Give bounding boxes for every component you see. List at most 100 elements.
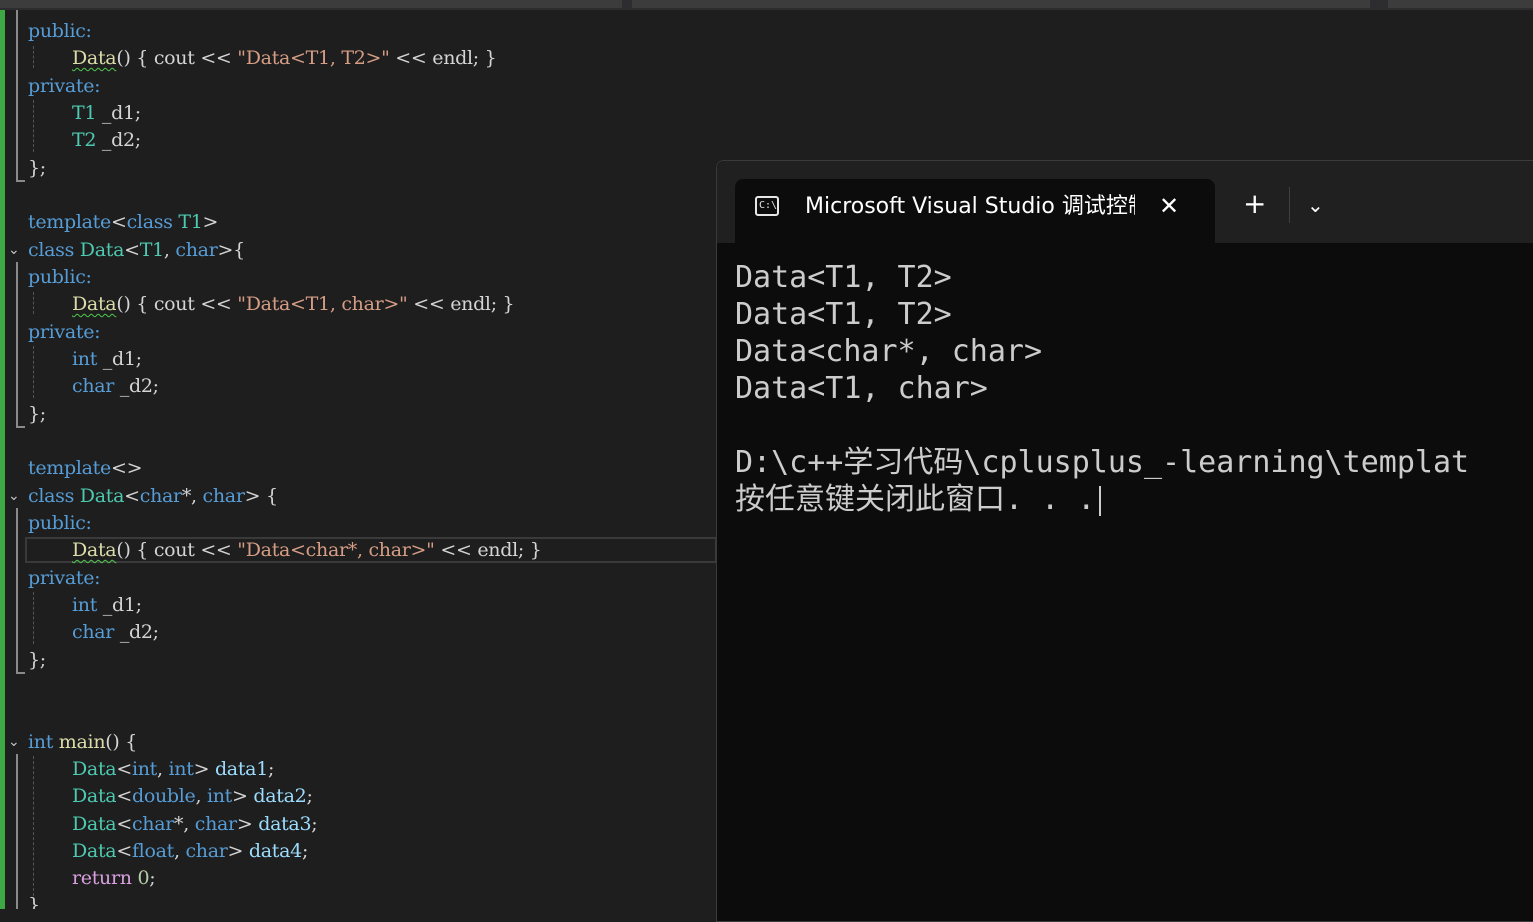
console-icon-glyph: C:\ <box>759 200 778 211</box>
code-line: public: <box>28 264 92 290</box>
code-token: < <box>116 785 132 807</box>
code-token: main <box>53 731 106 753</box>
code-token: Data <box>72 840 117 862</box>
code-token: int <box>72 348 98 370</box>
code-line: Data() { cout << "Data<T1, char>" << end… <box>72 291 515 317</box>
code-token: char <box>194 813 237 835</box>
code-token: < <box>116 758 132 780</box>
code-line: return 0; <box>72 865 156 891</box>
code-line: template<> <box>28 455 143 481</box>
code-token: < <box>116 813 132 835</box>
code-token: > <box>236 813 259 835</box>
code-token: "Data<T1, T2>" <box>237 47 390 69</box>
code-token: "Data<char*, char>" <box>237 539 435 561</box>
code-token: ; <box>306 785 313 807</box>
code-token: class <box>126 211 173 233</box>
code-line: Data() { cout << "Data<T1, T2>" << endl;… <box>72 45 497 71</box>
code-token: private: <box>28 567 101 589</box>
code-token: Data <box>72 47 117 69</box>
code-line: int _d1; <box>72 346 142 372</box>
code-line: } <box>28 892 40 909</box>
code-token: char <box>72 621 115 643</box>
code-token: Data <box>72 539 117 561</box>
close-icon[interactable]: ✕ <box>1159 191 1179 221</box>
console-icon: C:\ <box>755 196 779 216</box>
code-token: ; <box>149 867 156 889</box>
code-token: << endl; } <box>407 293 515 315</box>
code-editor[interactable]: ⌄ ⌄ ⌄ public: Data() { cout << "Data<T1,… <box>0 10 717 909</box>
code-line: }; <box>28 647 46 673</box>
code-token: public: <box>28 266 92 288</box>
code-token: < <box>124 239 140 261</box>
code-token: int <box>168 758 194 780</box>
code-token: char <box>202 485 245 507</box>
code-line: class Data<char*, char> { <box>28 483 278 509</box>
code-token: _d2; <box>114 375 159 397</box>
code-token: char <box>139 485 182 507</box>
code-line: private: <box>28 319 101 345</box>
code-token: private: <box>28 75 101 97</box>
code-token: *, <box>174 813 195 835</box>
code-token: data3 <box>258 813 312 835</box>
code-token: < <box>124 485 140 507</box>
code-line: T2 _d2; <box>72 127 141 153</box>
code-token: char <box>175 239 218 261</box>
code-token: public: <box>28 20 92 42</box>
console-output-line: Data<T1, T2> <box>735 260 952 295</box>
editor-tab[interactable] <box>1388 0 1533 8</box>
fold-chevron-icon[interactable]: ⌄ <box>8 489 20 503</box>
code-token: > <box>202 211 219 233</box>
code-token: public: <box>28 512 92 534</box>
code-line: private: <box>28 565 101 591</box>
console-output-line: Data<char*, char> <box>735 334 1043 369</box>
code-token: > <box>227 840 249 862</box>
code-token: << endl; } <box>389 47 497 69</box>
code-token: T2 <box>72 129 97 151</box>
code-line: public: <box>28 18 92 44</box>
code-line: Data<char*, char> data3; <box>72 811 318 837</box>
code-token: _d1; <box>97 348 142 370</box>
code-token: private: <box>28 321 101 343</box>
code-token: *, <box>181 485 203 507</box>
code-token: double <box>131 785 196 807</box>
code-token: << endl; } <box>434 539 542 561</box>
console-output-line: Data<T1, char> <box>735 371 988 406</box>
code-token: return <box>72 867 132 889</box>
code-line: }; <box>28 401 46 427</box>
chevron-down-icon[interactable]: ⌄ <box>1307 193 1324 217</box>
fold-chevron-icon[interactable]: ⌄ <box>8 243 20 257</box>
indent-guide <box>33 100 34 152</box>
code-token: > <box>232 785 254 807</box>
debug-console-window[interactable]: C:\ Microsoft Visual Studio 调试控制台 ✕ + ⌄ … <box>716 160 1533 922</box>
code-token: Data <box>74 485 125 507</box>
fold-chevron-icon[interactable]: ⌄ <box>8 735 20 749</box>
code-token: _d2; <box>114 621 159 643</box>
code-token: _d2; <box>96 129 141 151</box>
code-token: int <box>28 731 54 753</box>
new-tab-icon[interactable]: + <box>1243 189 1266 219</box>
code-token: class <box>28 239 75 261</box>
code-token: data4 <box>248 840 302 862</box>
code-token: Data <box>74 239 125 261</box>
terminal-tab[interactable]: C:\ Microsoft Visual Studio 调试控制台 ✕ <box>735 179 1215 243</box>
editor-tab[interactable] <box>0 0 622 8</box>
code-token: <> <box>110 457 143 479</box>
code-token: float <box>131 840 174 862</box>
code-token: } <box>28 894 40 909</box>
code-token: class <box>28 485 75 507</box>
code-line: char _d2; <box>72 619 159 645</box>
scope-bracket <box>16 262 25 428</box>
code-token: () { cout << <box>116 293 238 315</box>
terminal-titlebar: C:\ Microsoft Visual Studio 调试控制台 ✕ + ⌄ <box>717 161 1533 243</box>
terminal-tab-title: Microsoft Visual Studio 调试控制台 <box>805 194 1135 219</box>
code-token: char <box>131 813 175 835</box>
code-token: "Data<T1, char>" <box>237 293 408 315</box>
text-cursor <box>1099 485 1102 516</box>
code-token: , <box>163 239 176 261</box>
code-token: data2 <box>253 785 307 807</box>
code-token: }; <box>28 403 46 425</box>
code-line: class Data<T1, char>{ <box>28 237 245 263</box>
code-token: template <box>28 457 111 479</box>
editor-tab[interactable] <box>632 0 1370 8</box>
code-line: Data<float, char> data4; <box>72 838 308 864</box>
